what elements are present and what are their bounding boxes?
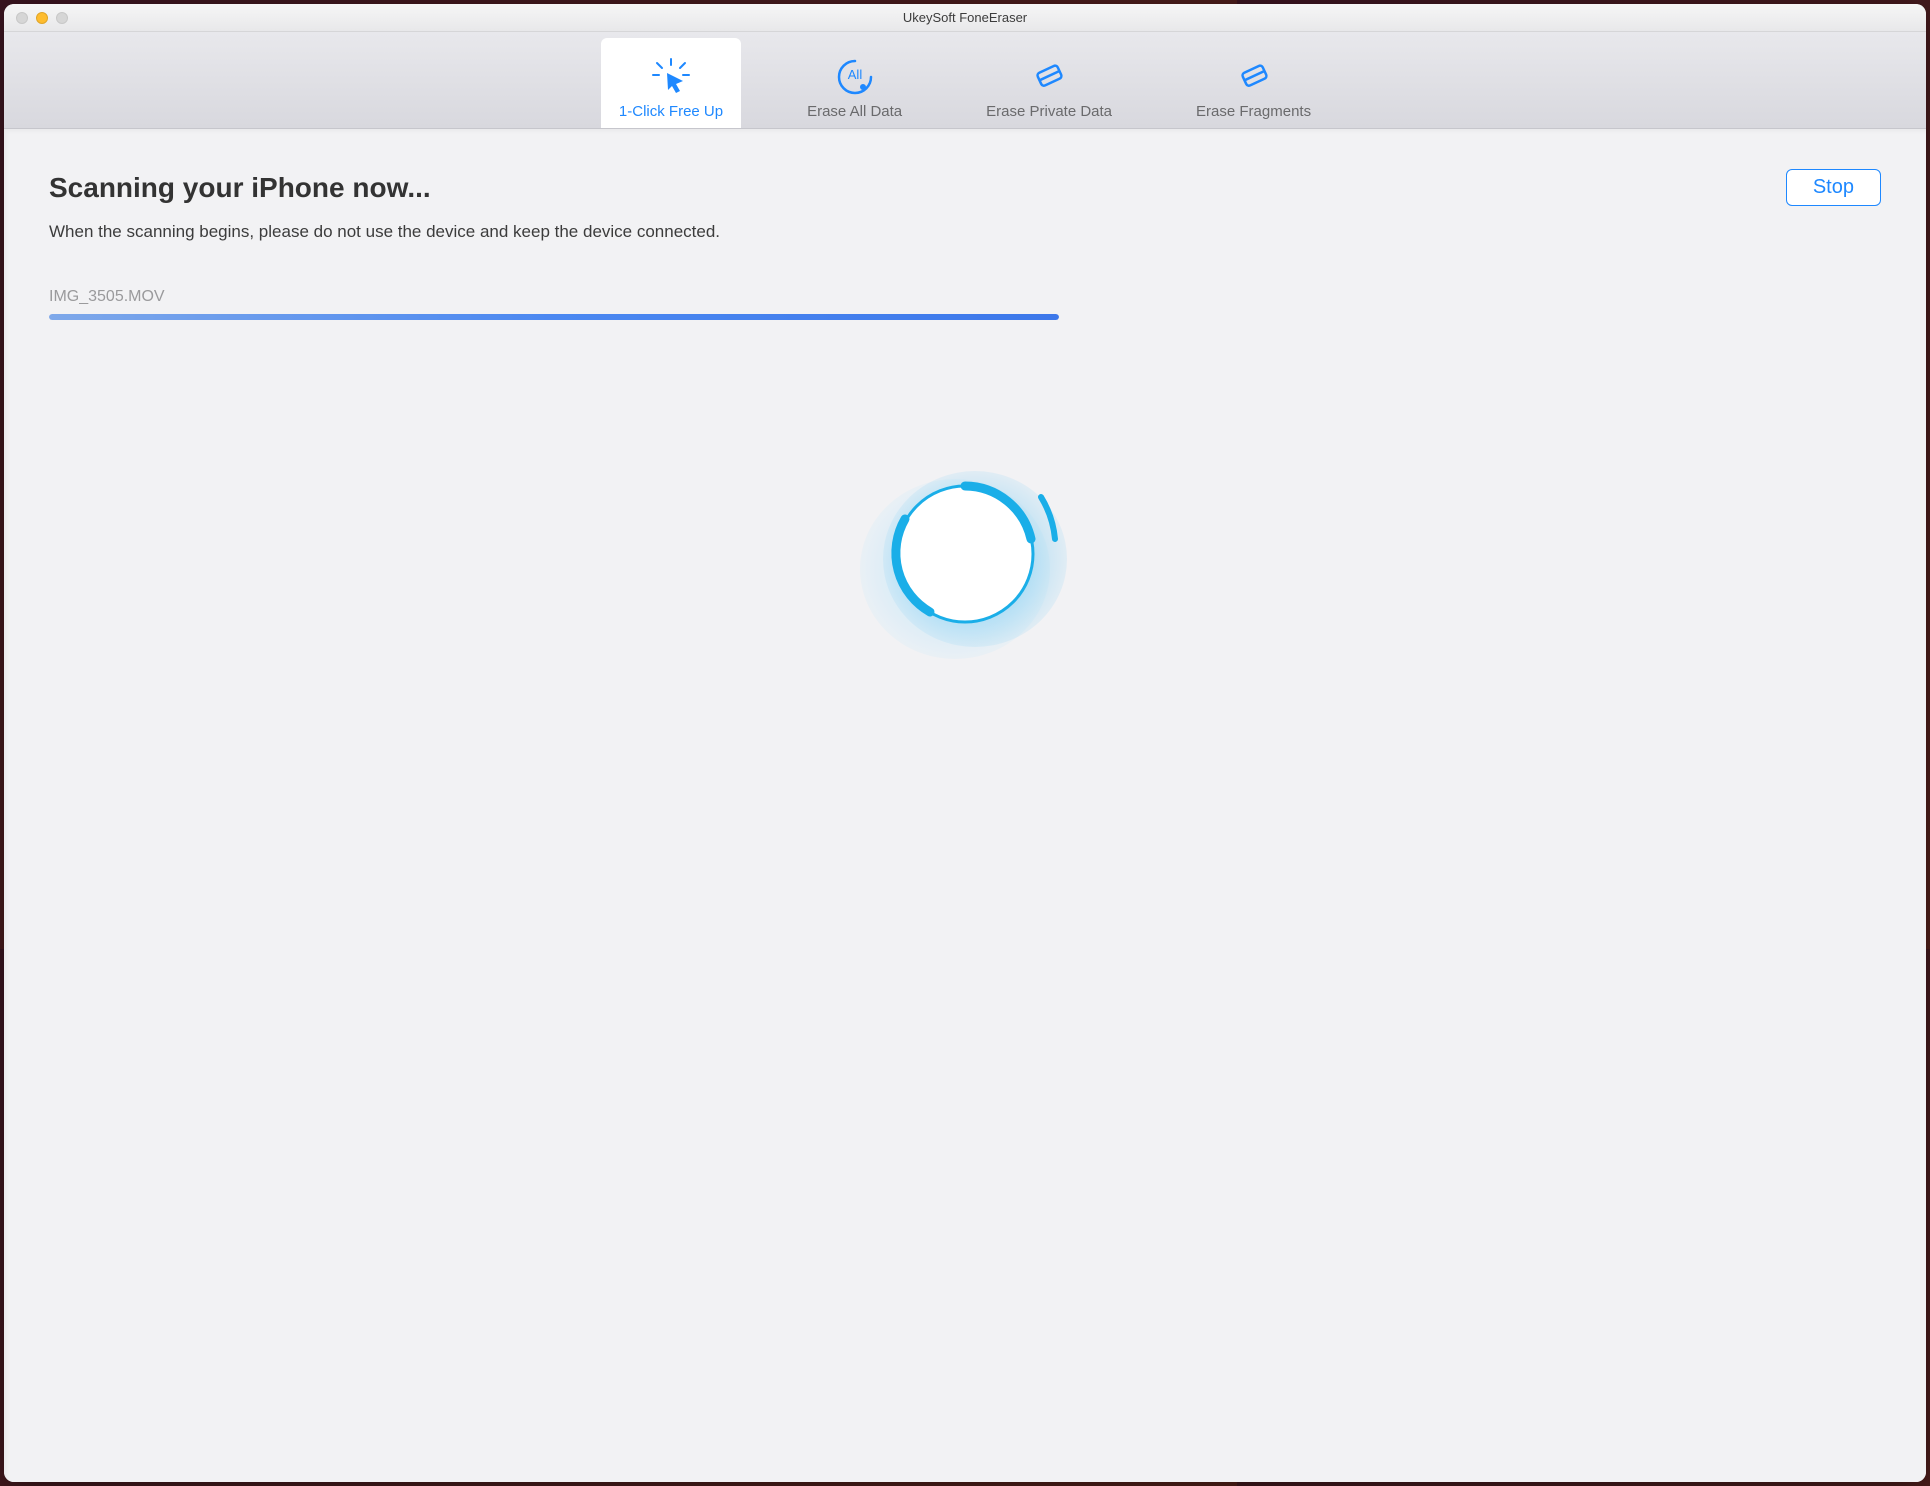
window-title: UkeySoft FoneEraser (4, 10, 1926, 25)
main-content: Scanning your iPhone now... Stop When th… (4, 129, 1926, 1482)
minimize-window-button[interactable] (36, 12, 48, 24)
traffic-lights (4, 12, 68, 24)
eraser-icon (1232, 57, 1276, 97)
tab-erase-private-data[interactable]: Erase Private Data (968, 38, 1130, 128)
click-cursor-icon (649, 57, 693, 97)
page-title: Scanning your iPhone now... (49, 172, 431, 204)
erase-all-icon: All (833, 57, 877, 97)
tab-1-click-free-up[interactable]: 1-Click Free Up (601, 38, 741, 128)
progress-bar (49, 314, 1059, 320)
header-row: Scanning your iPhone now... Stop (49, 169, 1881, 206)
svg-text:All: All (847, 67, 862, 82)
titlebar: UkeySoft FoneEraser (4, 4, 1926, 32)
tab-label: Erase All Data (807, 103, 902, 120)
close-window-button[interactable] (16, 12, 28, 24)
app-window: UkeySoft FoneEraser 1-Click Free Up (4, 4, 1926, 1482)
eraser-icon (1027, 57, 1071, 97)
tab-label: Erase Private Data (986, 103, 1112, 120)
scanning-spinner-icon (855, 449, 1075, 669)
instruction-text: When the scanning begins, please do not … (49, 222, 1881, 242)
tab-label: Erase Fragments (1196, 103, 1311, 120)
zoom-window-button[interactable] (56, 12, 68, 24)
tab-erase-all-data[interactable]: All Erase All Data (789, 38, 920, 128)
tabbar: 1-Click Free Up All Erase All Data (4, 32, 1926, 129)
tab-erase-fragments[interactable]: Erase Fragments (1178, 38, 1329, 128)
progress-fill (49, 314, 1059, 320)
tab-label: 1-Click Free Up (619, 103, 723, 120)
stop-button[interactable]: Stop (1786, 169, 1881, 206)
current-file-label: IMG_3505.MOV (49, 288, 1881, 306)
